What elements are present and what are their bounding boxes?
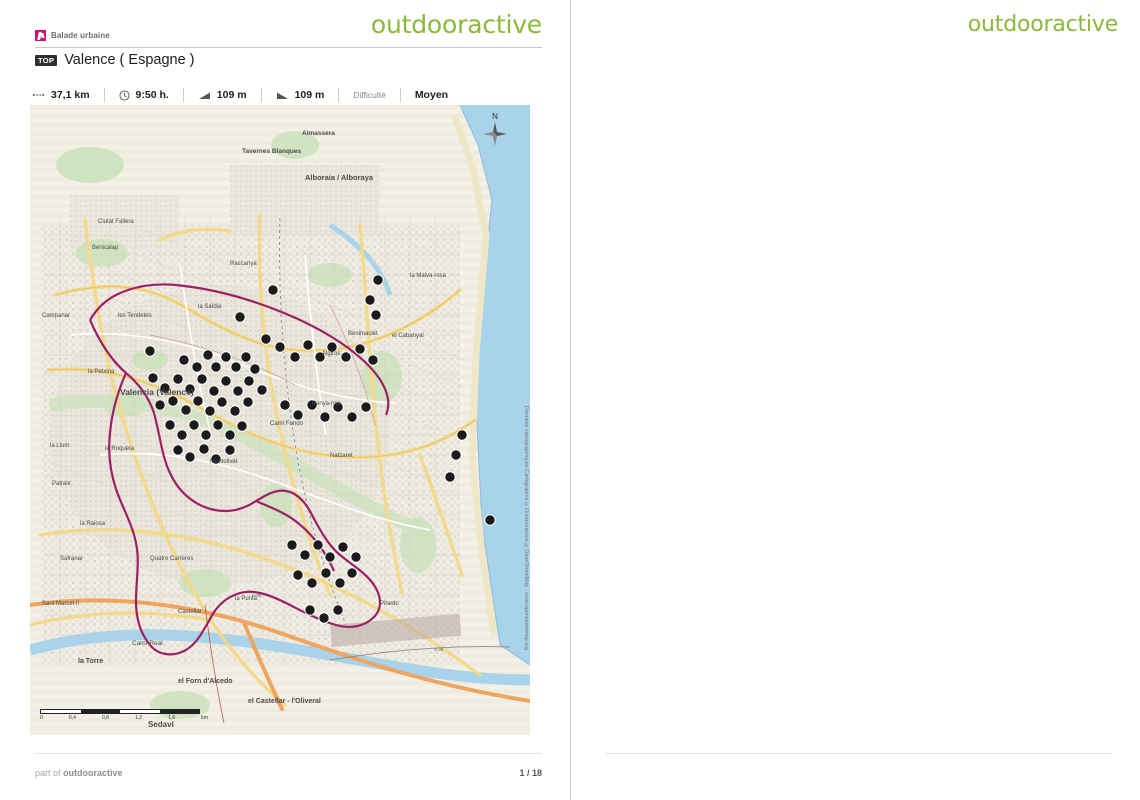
stat-difficulty: Difficulté	[339, 88, 401, 102]
title-row: TOP Valence ( Espagne )	[35, 52, 195, 68]
stat-ascent: 109 m	[184, 88, 262, 102]
footer-prefix: part of	[35, 768, 61, 778]
map-label: Alboraia / Alboraya	[305, 173, 374, 182]
map-label: Almassera	[302, 130, 335, 137]
stat-distance-value: 37,1 km	[51, 89, 90, 101]
map-scalebar: 0 0,4 0,8 1,2 1,6 km	[40, 709, 208, 721]
map-label: Ciutat Fallera	[98, 219, 134, 225]
map-label: Benimaclet	[348, 331, 378, 337]
map-label: Valencia (Valence)	[120, 387, 194, 397]
scale-tick: 0	[40, 715, 43, 721]
header-divider	[35, 47, 542, 48]
map-label: Benicalap	[92, 245, 119, 251]
stat-difficulty-value-wrap: Moyen	[401, 88, 462, 102]
brand-logo: outdooractive	[370, 10, 542, 39]
map-label: el Cabanyal	[392, 333, 424, 339]
map-label: Camí Real	[132, 640, 163, 647]
map-label: Camí Fondo	[270, 421, 304, 427]
ascent-icon	[198, 92, 210, 99]
map-label: la Saïdia	[198, 304, 222, 310]
category-label: Balade urbaine	[51, 31, 110, 40]
map-label: el Forn d'Alcedo	[178, 678, 233, 685]
scalebar-bar	[40, 709, 200, 714]
document-spread: outdooractive Balade urbaine TOP Valence…	[0, 0, 1140, 800]
compass-north-label: N	[492, 112, 498, 121]
map-label: el Castellar - l'Oliveral	[248, 698, 321, 705]
scale-tick: 1,6	[168, 715, 176, 721]
page-right: outdooractive Balade urbaine TOP Valence…	[570, 0, 1140, 800]
map-label: Montolivet	[210, 459, 238, 465]
clock-icon	[118, 89, 130, 101]
distance-icon	[32, 93, 45, 97]
map-label: Sant Marcel·lí	[42, 601, 79, 607]
top-badge: TOP	[35, 54, 58, 66]
map-label: Penya-roja	[312, 401, 342, 407]
page-title: Valence ( Espagne )	[64, 52, 195, 68]
map-label: Rascanya	[230, 261, 257, 267]
page-number: 1 / 18	[519, 768, 542, 778]
brand-logo-right: outdooractive	[967, 12, 1118, 37]
stat-ascent-value: 109 m	[216, 89, 247, 101]
map-canvas: Almassera Tavernes Blanques Alboraia / A…	[30, 105, 530, 735]
map-label: la Roqueta	[105, 446, 135, 452]
map-label: la Llum	[50, 443, 69, 449]
route-map[interactable]: Almassera Tavernes Blanques Alboraia / A…	[30, 105, 530, 735]
footer-divider	[35, 753, 542, 754]
footer-left: part of outdooractive 1 / 18	[35, 768, 542, 778]
map-label: la Petxina	[88, 369, 115, 375]
category-row: Balade urbaine	[35, 30, 110, 41]
stat-descent-value: 109 m	[294, 89, 325, 101]
stat-difficulty-value: Moyen	[414, 89, 449, 101]
map-label: Quatre Carreres	[150, 556, 193, 562]
stat-distance: 37,1 km	[30, 88, 105, 102]
svg-text:V-30: V-30	[434, 647, 444, 652]
scale-tick: 1,2	[135, 715, 143, 721]
footer-brand: part of outdooractive	[35, 768, 123, 778]
map-label: la Malva-rosa	[410, 273, 447, 279]
map-label: la Torre	[78, 658, 103, 665]
stat-difficulty-label: Difficulté	[353, 90, 386, 100]
map-label: Algirós	[322, 351, 340, 357]
page-left: outdooractive Balade urbaine TOP Valence…	[0, 0, 570, 800]
scalebar-labels: 0 0,4 0,8 1,2 1,6 km	[40, 715, 208, 721]
stat-descent: 109 m	[262, 88, 340, 102]
map-attribution: Données cartographiques Cartographie ©Ou…	[523, 405, 529, 650]
compass-rose: N	[482, 113, 508, 147]
scale-unit: km	[201, 715, 208, 721]
map-label: Natzaret	[330, 453, 353, 459]
urban-walk-icon	[35, 30, 46, 41]
compass-icon	[483, 122, 507, 146]
map-label: Campanar	[42, 313, 70, 319]
map-label: Tavernes Blanques	[242, 148, 302, 155]
scale-tick: 0,4	[68, 715, 76, 721]
scale-tick: 0,8	[102, 715, 109, 721]
footer-brand-name: outdooractive	[63, 768, 123, 778]
map-label: les Tendetes	[118, 313, 152, 319]
stat-duration-value: 9:50 h.	[135, 89, 169, 101]
map-label: Castellar	[178, 609, 202, 615]
map-label: Safranar	[60, 556, 83, 562]
map-label: la Raiosa	[80, 521, 106, 527]
stat-duration: 9:50 h.	[105, 88, 184, 102]
descent-icon	[276, 92, 288, 99]
map-label: Pinedo	[380, 601, 399, 607]
svg-text:V-30: V-30	[252, 593, 262, 598]
stats-strip: 37,1 km 9:50 h. 109 m 109 m Difficulté M…	[30, 88, 462, 102]
map-label: Sedaví	[148, 720, 175, 729]
footer-divider-right	[606, 753, 1112, 754]
map-label: Patraix	[52, 481, 71, 487]
